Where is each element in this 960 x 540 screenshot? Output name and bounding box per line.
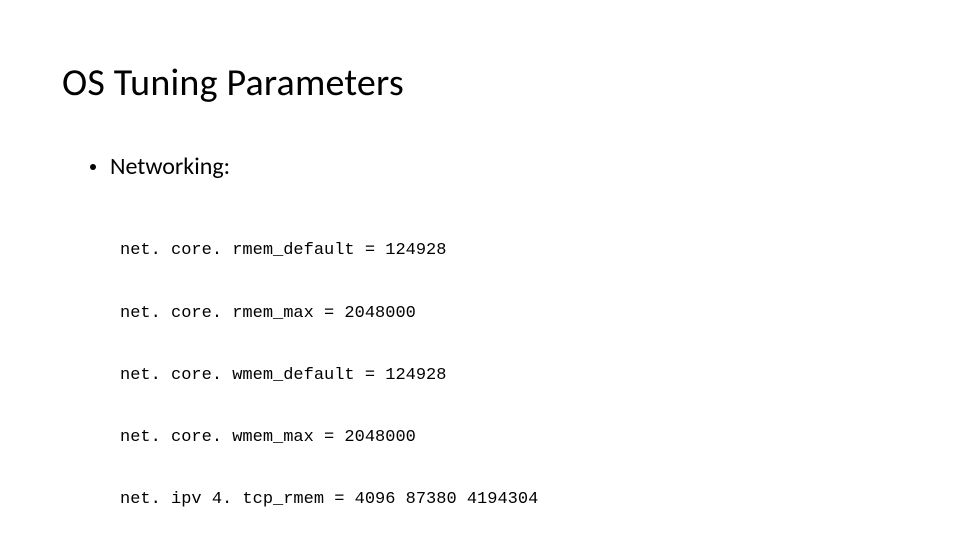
bullet-label: Networking:	[110, 152, 230, 181]
param-line: net. core. rmem_default = 124928	[120, 241, 538, 262]
param-line: net. core. rmem_max = 2048000	[120, 304, 538, 325]
slide-title: OS Tuning Parameters	[62, 60, 404, 106]
code-block: net. core. rmem_default = 124928 net. co…	[120, 200, 538, 540]
slide: OS Tuning Parameters Networking: net. co…	[0, 0, 960, 540]
param-line: net. core. wmem_max = 2048000	[120, 428, 538, 449]
param-line: net. core. wmem_default = 124928	[120, 366, 538, 387]
bullet-item-networking: Networking:	[90, 152, 230, 181]
param-line: net. ipv 4. tcp_rmem = 4096 87380 419430…	[120, 490, 538, 511]
bullet-icon	[90, 164, 96, 170]
